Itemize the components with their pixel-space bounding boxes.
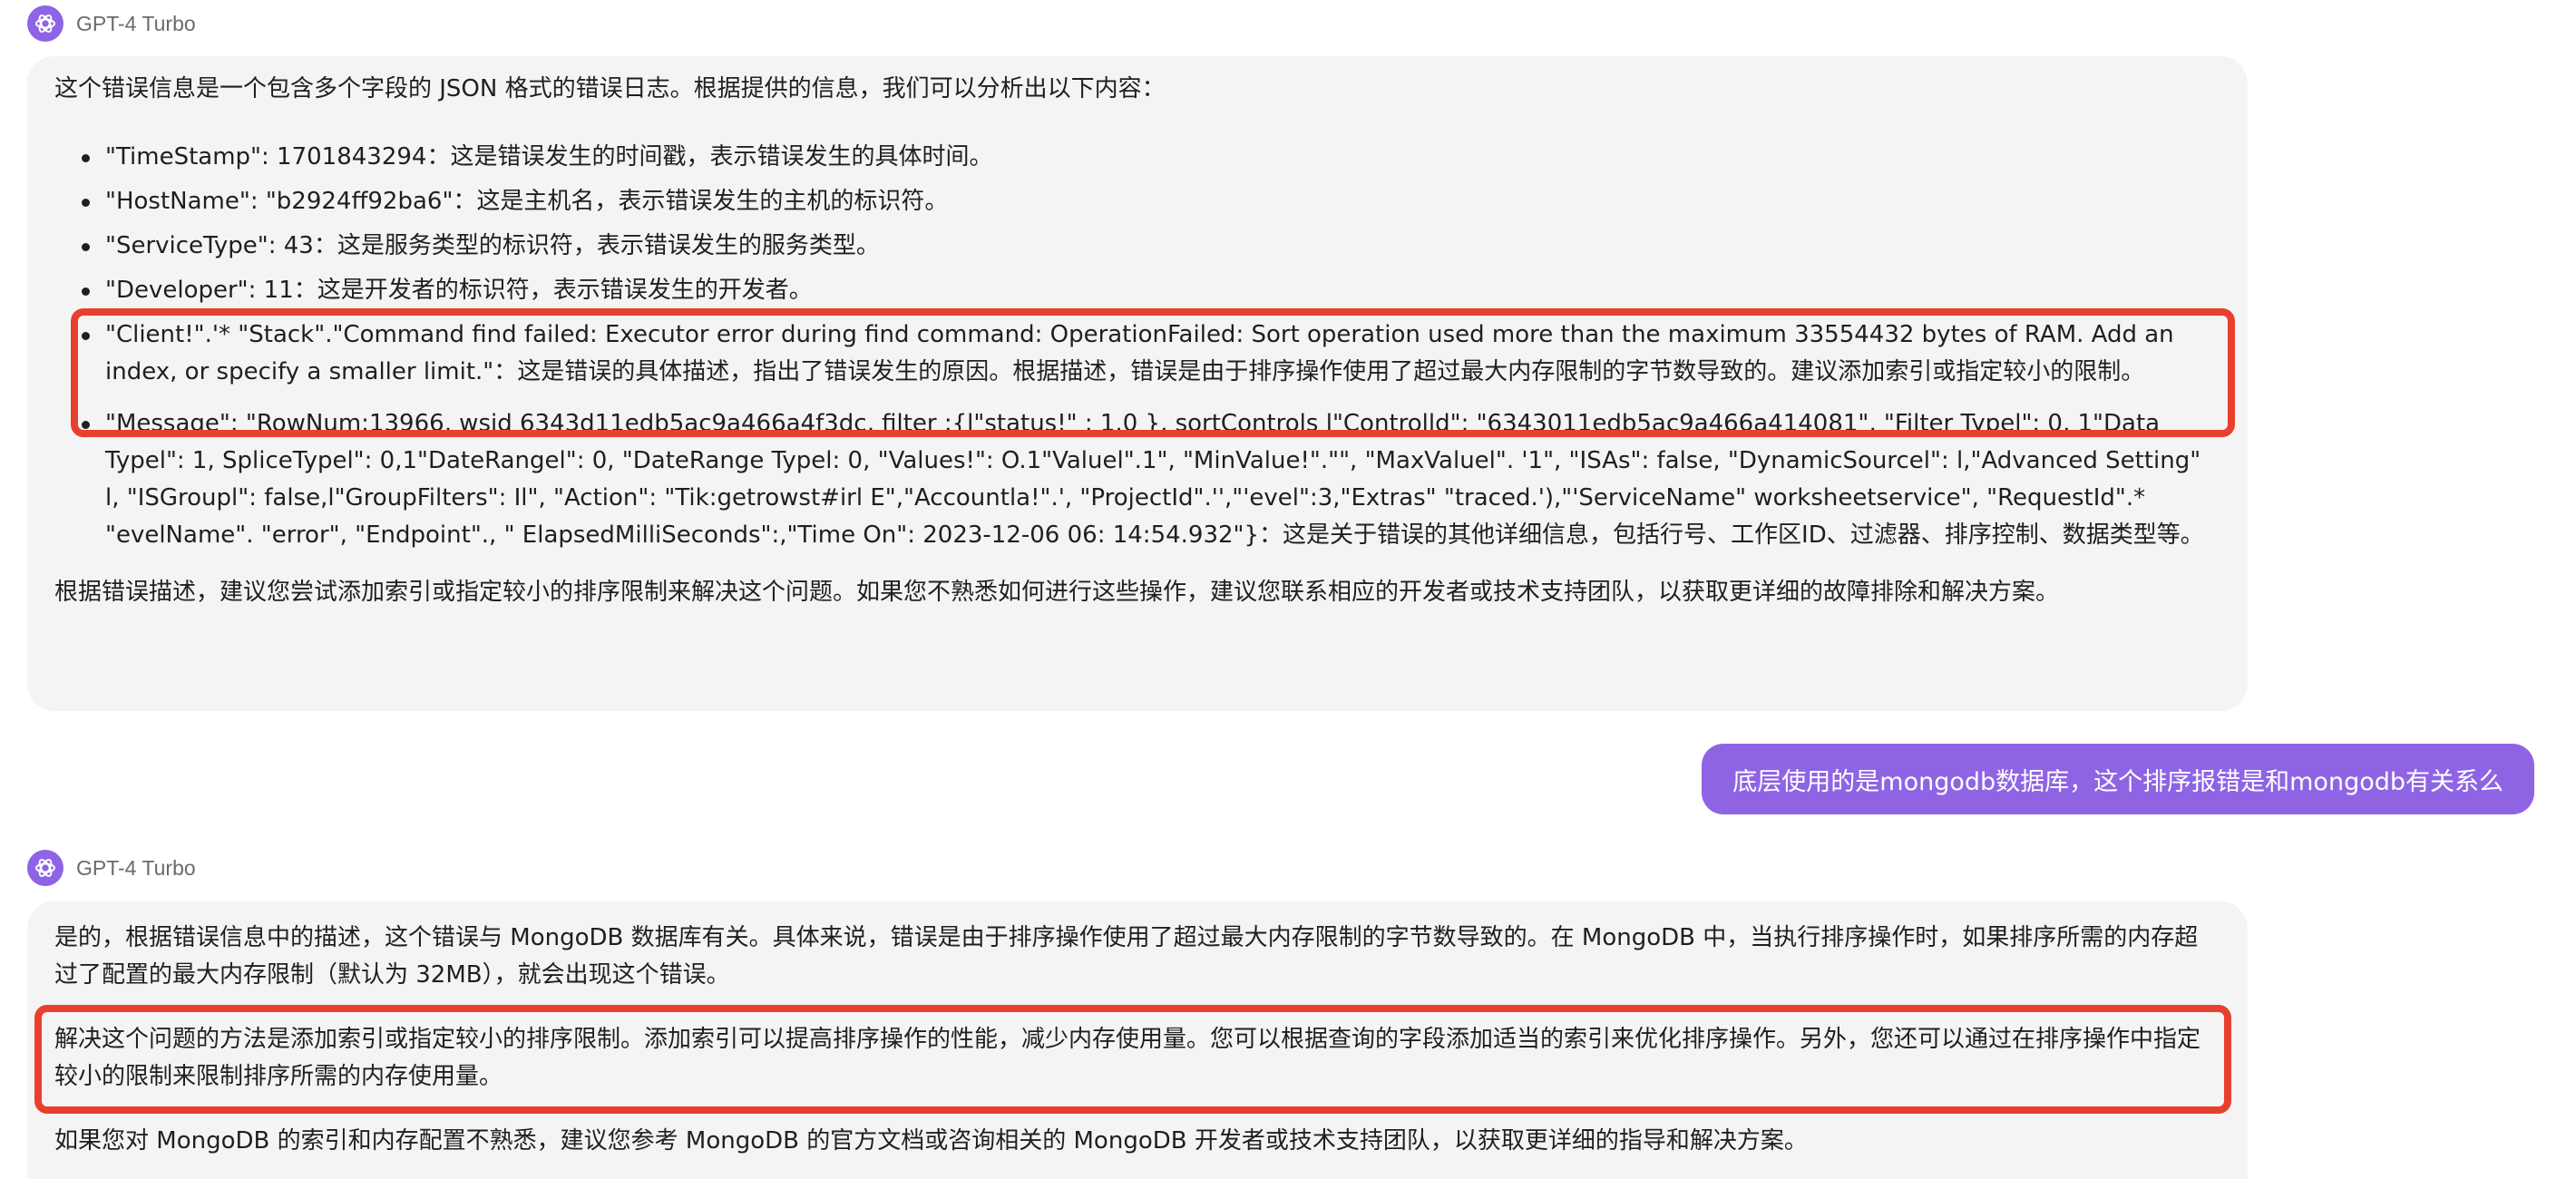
list-item: "Developer": 11：这是开发者的标识符，表示错误发生的开发者。 — [54, 272, 2220, 309]
message-intro: 这个错误信息是一个包含多个字段的 JSON 格式的错误日志。根据提供的信息，我们… — [54, 75, 1166, 102]
field-list: "TimeStamp": 1701843294：这是错误发生的时间戳，表示错误发… — [54, 139, 2220, 554]
list-item: "HostName": "b2924ff92ba6"：这是主机名，表示错误发生的… — [54, 183, 2220, 220]
openai-logo-icon — [27, 850, 63, 886]
message-paragraph: 是的，根据错误信息中的描述，这个错误与 MongoDB 数据库有关。具体来说，错… — [54, 924, 2199, 989]
message-paragraph: 解决这个问题的方法是添加索引或指定较小的排序限制。添加索引可以提高排序操作的性能… — [54, 1026, 2201, 1090]
list-item: "Message": "RowNum:13966, wsid 6343d11ed… — [54, 405, 2220, 554]
assistant-header: GPT-4 Turbo — [27, 850, 196, 886]
assistant-name: GPT-4 Turbo — [76, 855, 196, 880]
assistant-message-bubble: 是的，根据错误信息中的描述，这个错误与 MongoDB 数据库有关。具体来说，错… — [27, 901, 2248, 1179]
message-conclusion: 根据错误描述，建议您尝试添加索引或指定较小的排序限制来解决这个问题。如果您不熟悉… — [54, 579, 2060, 606]
assistant-message-bubble: 这个错误信息是一个包含多个字段的 JSON 格式的错误日志。根据提供的信息，我们… — [27, 56, 2248, 711]
assistant-name: GPT-4 Turbo — [76, 11, 196, 35]
message-paragraph: 如果您对 MongoDB 的索引和内存配置不熟悉，建议您参考 MongoDB 的… — [54, 1127, 1808, 1155]
openai-logo-icon — [27, 5, 63, 42]
user-message-bubble: 底层使用的是mongodb数据库，这个排序报错是和mongodb有关系么 — [1702, 744, 2534, 814]
list-item: "ServiceType": 43：这是服务类型的标识符，表示错误发生的服务类型… — [54, 228, 2220, 265]
list-item: "TimeStamp": 1701843294：这是错误发生的时间戳，表示错误发… — [54, 139, 2220, 176]
list-item: "Client!".'* "Stack"."Command find faile… — [54, 317, 2220, 391]
assistant-header: GPT-4 Turbo — [27, 5, 196, 42]
